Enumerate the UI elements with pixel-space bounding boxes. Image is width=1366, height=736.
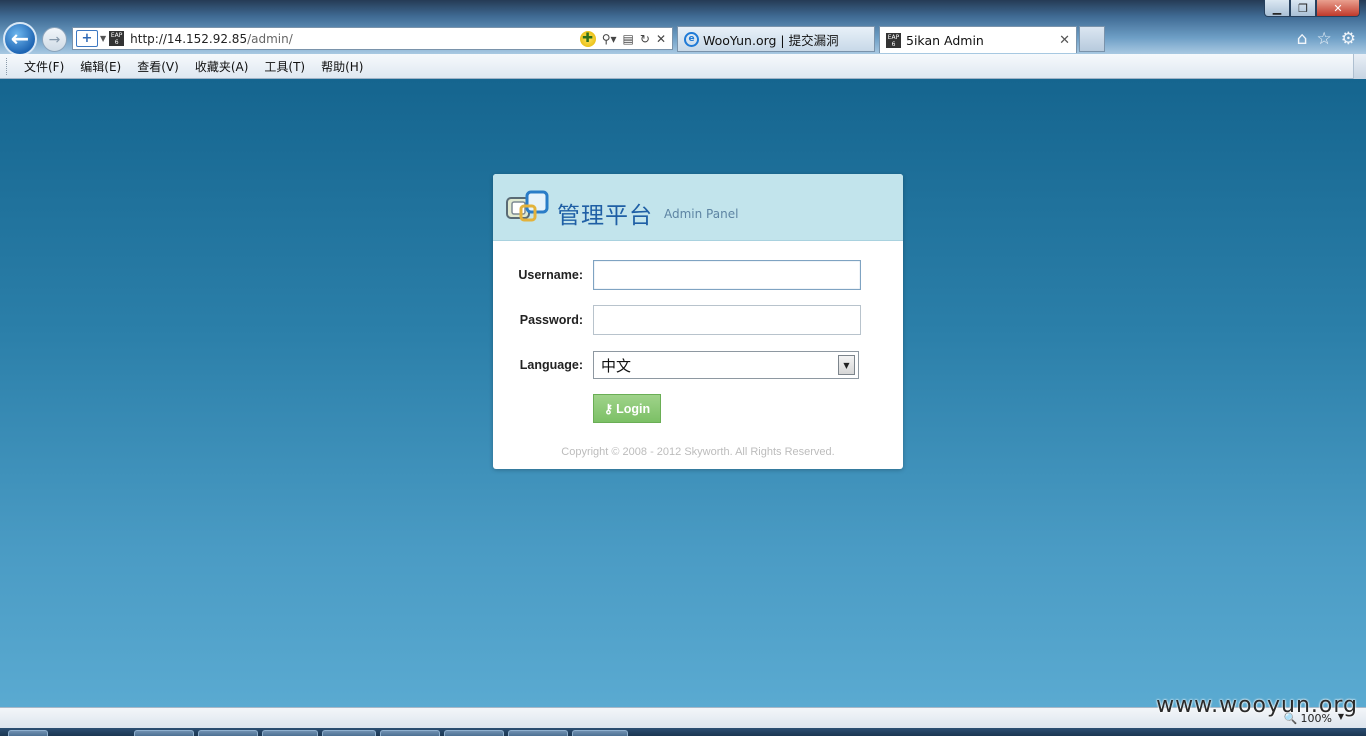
panel-header: 管理平台 Admin Panel — [493, 174, 903, 241]
language-label: Language: — [519, 358, 583, 372]
taskbar-button[interactable] — [508, 730, 568, 736]
close-window-button[interactable]: ✕ — [1316, 0, 1360, 17]
taskbar-button[interactable] — [380, 730, 440, 736]
gear-icon[interactable]: ⚙ — [1341, 29, 1356, 49]
refresh-icon[interactable]: ↻ — [640, 32, 650, 46]
menu-grip — [6, 57, 10, 75]
arrow-right-icon: → — [48, 31, 61, 48]
menu-view[interactable]: 查看(V) — [129, 58, 187, 75]
taskbar-button[interactable] — [198, 730, 258, 736]
start-button[interactable] — [8, 730, 48, 736]
taskbar-button[interactable] — [322, 730, 376, 736]
browser-chrome: ▁ ❐ ✕ ← → + ▼ EAP 6 http://14.152.92.85/… — [0, 0, 1366, 79]
language-row: Language: 中文 ▼ — [493, 350, 903, 380]
tab-wooyun[interactable]: e WooYun.org | 提交漏洞 — [677, 26, 875, 52]
taskbar-button[interactable] — [262, 730, 318, 736]
home-icon[interactable]: ⌂ — [1297, 29, 1308, 49]
eap-icon: EAP 6 — [886, 32, 901, 48]
tab-title: WooYun.org | 提交漏洞 — [703, 32, 839, 48]
username-label: Username: — [518, 268, 583, 282]
ie-icon: e — [684, 31, 699, 47]
address-bar[interactable]: + ▼ EAP 6 http://14.152.92.85/admin/ ✚ ⚲… — [72, 27, 673, 50]
password-row: Password: — [493, 305, 903, 335]
chevron-down-icon[interactable]: ▼ — [838, 355, 855, 375]
watermark: www.wooyun.org — [1156, 693, 1358, 718]
compatibility-view-icon[interactable]: ▤ — [623, 32, 634, 46]
back-button[interactable]: ← — [3, 22, 37, 56]
forward-button[interactable]: → — [42, 27, 67, 52]
login-panel: 管理平台 Admin Panel Username: Password: Lan… — [493, 174, 903, 469]
menu-tools[interactable]: 工具(T) — [256, 58, 313, 75]
tab-5ikan-admin[interactable]: EAP 6 5ikan Admin ✕ — [879, 26, 1077, 53]
browser-toolbar-icons: ⌂ ☆ ⚙ — [1297, 29, 1356, 49]
close-icon[interactable]: ✕ — [1059, 33, 1070, 48]
copyright-text: Copyright © 2008 - 2012 Skyworth. All Ri… — [561, 446, 835, 458]
taskbar-button[interactable] — [444, 730, 504, 736]
maximize-button[interactable]: ❐ — [1290, 0, 1316, 17]
search-icon[interactable]: ⚲▾ — [602, 32, 617, 46]
minimize-button[interactable]: ▁ — [1264, 0, 1290, 17]
url-path: /admin/ — [247, 31, 293, 46]
page-content: 管理平台 Admin Panel Username: Password: Lan… — [0, 79, 1366, 707]
site-security-icon[interactable]: + — [76, 30, 98, 47]
url-host: http://14.152.92.85 — [130, 31, 248, 46]
url-text[interactable]: http://14.152.92.85/admin/ — [130, 32, 580, 46]
menu-edit[interactable]: 编辑(E) — [72, 58, 129, 75]
new-tab-button[interactable] — [1079, 26, 1105, 52]
login-label: Login — [616, 401, 651, 416]
eap-icon: EAP 6 — [109, 31, 125, 46]
window-controls: ▁ ❐ ✕ — [1264, 0, 1360, 17]
menu-favorites[interactable]: 收藏夹(A) — [187, 58, 257, 75]
logo-icon — [506, 190, 549, 222]
key-icon: ⚷ — [603, 402, 614, 416]
username-input[interactable] — [593, 260, 861, 290]
language-select[interactable]: 中文 ▼ — [593, 351, 859, 379]
password-input[interactable] — [593, 305, 861, 335]
password-label: Password: — [519, 313, 583, 327]
star-icon[interactable]: ☆ — [1317, 29, 1332, 49]
taskbar-button[interactable] — [572, 730, 628, 736]
stop-icon[interactable]: ✕ — [656, 32, 666, 46]
taskbar — [0, 728, 1366, 736]
arrow-left-icon: ← — [10, 26, 30, 52]
chevron-down-icon[interactable]: ▼ — [100, 34, 106, 43]
menu-help[interactable]: 帮助(H) — [313, 58, 371, 75]
tab-title: 5ikan Admin — [906, 32, 984, 48]
taskbar-button[interactable] — [134, 730, 194, 736]
menu-file[interactable]: 文件(F) — [16, 58, 72, 75]
login-button[interactable]: ⚷ Login — [593, 394, 661, 423]
language-selected-value: 中文 — [601, 356, 632, 375]
menu-bar: 文件(F) 编辑(E) 查看(V) 收藏夹(A) 工具(T) 帮助(H) — [0, 53, 1366, 79]
panel-subtitle: Admin Panel — [664, 207, 739, 221]
panel-title: 管理平台 — [557, 203, 653, 229]
address-tools: ✚ ⚲▾ ▤ ↻ ✕ — [579, 30, 666, 47]
compatibility-icon[interactable]: ✚ — [579, 30, 596, 47]
username-row: Username: — [493, 260, 903, 290]
menubar-end — [1353, 53, 1366, 79]
title-bar: ▁ ❐ ✕ ← → + ▼ EAP 6 http://14.152.92.85/… — [0, 0, 1366, 56]
